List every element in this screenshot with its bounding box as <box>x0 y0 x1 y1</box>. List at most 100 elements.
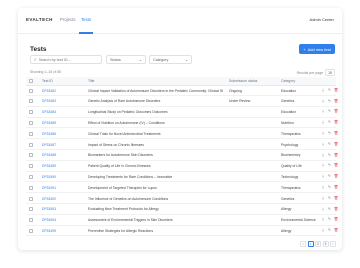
table-row[interactable]: DF33495 Preventive Strategies for Allergi… <box>26 226 338 237</box>
table-row[interactable]: DF33484 Longitudinal Study on Pediatric O… <box>26 108 338 118</box>
table-row[interactable]: DF33492 The Influence of Genetics on Auto… <box>26 194 338 204</box>
edit-icon[interactable]: ✎ <box>328 217 332 222</box>
edit-icon[interactable]: ✎ <box>328 207 332 211</box>
test-id-link[interactable]: DF33489 <box>42 162 86 171</box>
test-id-link[interactable]: DF33492 <box>42 194 86 203</box>
row-checkbox[interactable] <box>29 88 33 93</box>
rows-per-page-select[interactable]: 15 <box>325 69 335 76</box>
download-icon[interactable]: ⤓ <box>321 88 325 93</box>
test-id-link[interactable]: DF33488 <box>42 151 86 160</box>
test-id-link[interactable]: DF33494 <box>42 216 86 225</box>
next-page-button[interactable]: › <box>330 241 336 247</box>
table-row[interactable]: DF33488 Biomarkers for Autoimmune Skin Di… <box>26 151 338 161</box>
delete-icon[interactable]: 🗑 <box>334 217 338 222</box>
row-checkbox[interactable] <box>29 207 33 212</box>
delete-icon[interactable]: 🗑 <box>334 196 338 201</box>
edit-icon[interactable]: ✎ <box>328 185 332 190</box>
test-id-link[interactable]: DF33484 <box>42 108 86 117</box>
download-icon[interactable]: ⤓ <box>321 99 325 103</box>
test-id-link[interactable]: DF33485 <box>42 118 86 127</box>
download-icon[interactable]: ⤓ <box>321 120 325 125</box>
table-row[interactable]: DF33482 Clinical Impact Validation of Aut… <box>26 86 338 96</box>
edit-icon[interactable]: ✎ <box>328 196 332 201</box>
header-category[interactable]: Category <box>281 77 319 85</box>
category-filter-dropdown[interactable]: Category ⌄ <box>149 55 192 64</box>
row-checkbox[interactable] <box>29 196 33 201</box>
tab-projects[interactable]: Projects <box>60 17 76 22</box>
header-title[interactable]: Title <box>88 77 223 85</box>
delete-icon[interactable]: 🗑 <box>334 174 338 179</box>
edit-icon[interactable]: ✎ <box>328 120 332 125</box>
header-test-id[interactable]: Test ID <box>42 77 86 85</box>
row-checkbox[interactable] <box>29 185 33 190</box>
search-box[interactable]: ⌕ <box>30 55 102 64</box>
download-icon[interactable]: ⤓ <box>321 196 325 201</box>
delete-icon[interactable]: 🗑 <box>334 163 338 168</box>
row-checkbox[interactable] <box>29 99 33 104</box>
table-row[interactable]: DF33487 Impact of Stress on Chronic Illne… <box>26 140 338 150</box>
download-icon[interactable]: ⤓ <box>321 185 325 190</box>
tab-tests[interactable]: Tests <box>81 17 91 22</box>
table-row[interactable]: DF33494 Assessment of Environmental Trigg… <box>26 216 338 226</box>
table-row[interactable]: DF33483 Genetic Analysis of Rare Autoimmu… <box>26 97 338 107</box>
table-row[interactable]: DF33493 Evaluating New Treatment Protocol… <box>26 205 338 215</box>
row-checkbox[interactable] <box>29 131 33 136</box>
header-status[interactable]: Submission status <box>229 77 273 85</box>
row-checkbox[interactable] <box>29 120 33 125</box>
prev-page-button[interactable]: ‹ <box>300 241 306 247</box>
edit-icon[interactable]: ✎ <box>328 163 332 168</box>
test-id-link[interactable]: DF33482 <box>42 86 86 95</box>
delete-icon[interactable]: 🗑 <box>334 99 338 103</box>
delete-icon[interactable]: 🗑 <box>334 185 338 190</box>
download-icon[interactable]: ⤓ <box>321 217 325 222</box>
edit-icon[interactable]: ✎ <box>328 228 332 233</box>
edit-icon[interactable]: ✎ <box>328 153 332 157</box>
download-icon[interactable]: ⤓ <box>321 109 325 114</box>
page-button[interactable]: 2 <box>315 241 321 247</box>
edit-icon[interactable]: ✎ <box>328 131 332 136</box>
select-all-checkbox[interactable] <box>29 79 33 83</box>
delete-icon[interactable]: 🗑 <box>334 109 338 114</box>
test-id-link[interactable]: DF33490 <box>42 172 86 181</box>
test-id-link[interactable]: DF33483 <box>42 97 86 106</box>
table-row[interactable]: DF33485 Effect of Nutrition on Autoimmune… <box>26 118 338 129</box>
search-input[interactable] <box>38 57 99 62</box>
download-icon[interactable]: ⤓ <box>321 142 325 147</box>
test-id-link[interactable]: DF33495 <box>42 226 86 235</box>
row-checkbox[interactable] <box>29 218 33 223</box>
table-row[interactable]: DF33491 Development of Targeted Therapies… <box>26 183 338 194</box>
delete-icon[interactable]: 🗑 <box>334 131 338 136</box>
row-checkbox[interactable] <box>29 110 33 115</box>
user-menu[interactable]: Admin Center <box>310 17 334 22</box>
test-id-link[interactable]: DF33493 <box>42 205 86 214</box>
table-row[interactable]: DF33486 Clinical Trials for Novel Antimic… <box>26 129 338 140</box>
edit-icon[interactable]: ✎ <box>328 99 332 103</box>
delete-icon[interactable]: 🗑 <box>334 142 338 147</box>
status-filter-dropdown[interactable]: Status ⌄ <box>106 55 146 64</box>
row-checkbox[interactable] <box>29 228 33 233</box>
delete-icon[interactable]: 🗑 <box>334 120 338 125</box>
test-id-link[interactable]: DF33487 <box>42 140 86 149</box>
row-checkbox[interactable] <box>29 153 33 158</box>
edit-icon[interactable]: ✎ <box>328 88 332 93</box>
row-checkbox[interactable] <box>29 174 33 179</box>
delete-icon[interactable]: 🗑 <box>334 228 338 233</box>
delete-icon[interactable]: 🗑 <box>334 88 338 93</box>
page-button[interactable]: 3 <box>322 241 329 247</box>
download-icon[interactable]: ⤓ <box>321 131 325 136</box>
download-icon[interactable]: ⤓ <box>321 228 325 233</box>
edit-icon[interactable]: ✎ <box>328 142 332 147</box>
delete-icon[interactable]: 🗑 <box>334 207 338 211</box>
download-icon[interactable]: ⤓ <box>321 163 325 168</box>
download-icon[interactable]: ⤓ <box>321 153 325 157</box>
download-icon[interactable]: ⤓ <box>321 207 325 211</box>
row-checkbox[interactable] <box>29 164 33 169</box>
table-row[interactable]: DF33490 Developing Treatments for Rare Co… <box>26 172 338 183</box>
test-id-link[interactable]: DF33486 <box>42 129 86 138</box>
table-row[interactable]: DF33489 Patient Quality of Life in Chroni… <box>26 162 338 172</box>
edit-icon[interactable]: ✎ <box>328 109 332 114</box>
row-checkbox[interactable] <box>29 142 33 147</box>
page-button[interactable]: 1 <box>307 241 314 247</box>
test-id-link[interactable]: DF33491 <box>42 183 86 192</box>
edit-icon[interactable]: ✎ <box>328 174 332 179</box>
